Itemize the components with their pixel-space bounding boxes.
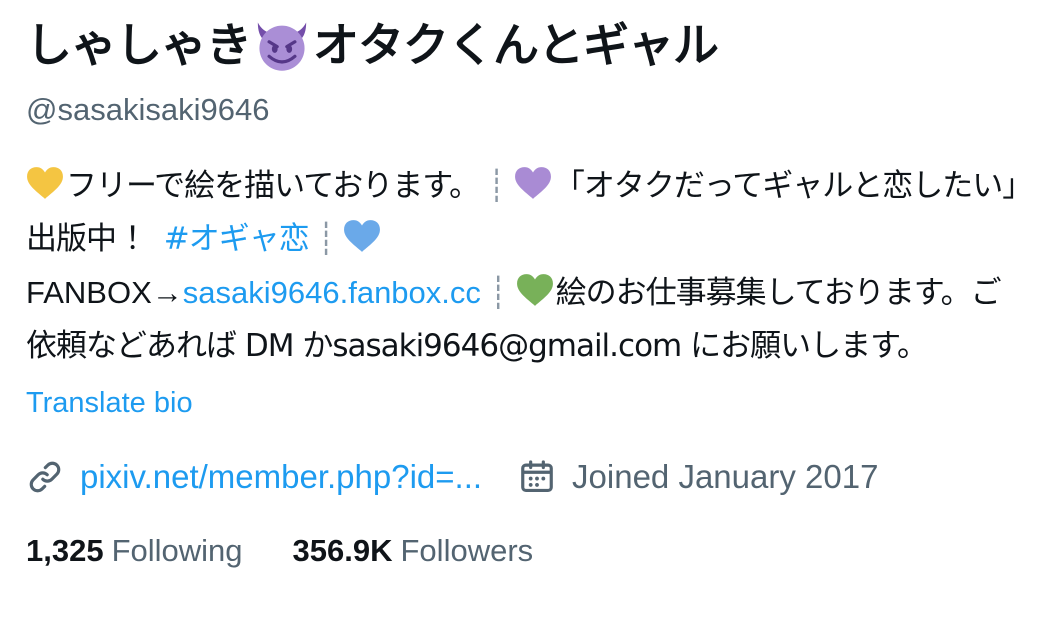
follow-stats: 1,325 Following 356.9K Followers — [26, 529, 1046, 573]
joined-text: Joined January 2017 — [572, 458, 879, 495]
bio-separator: ┊ — [316, 221, 336, 257]
green-heart-icon — [516, 274, 553, 306]
following-label: Following — [111, 533, 243, 568]
purple-heart-icon — [514, 167, 551, 199]
smiling-devil-icon — [257, 22, 307, 71]
yellow-heart-icon — [27, 167, 63, 199]
bio-text-3: FANBOX→ — [26, 275, 183, 310]
website-link[interactable]: pixiv.net/member.php?id=... — [80, 455, 482, 499]
blue-heart-icon — [344, 220, 381, 252]
bio-text-1: フリーで絵を描いております。 — [66, 168, 480, 204]
followers-label: Followers — [400, 533, 534, 568]
translate-bio-link[interactable]: Translate bio — [26, 383, 1046, 423]
following-count: 1,325 — [26, 533, 104, 568]
display-name-part1: しゃしゃき — [26, 18, 252, 72]
user-handle: @sasakisaki9646 — [26, 92, 270, 127]
joined-date: Joined January 2017 — [518, 455, 878, 499]
followers-count: 356.9K — [292, 533, 393, 568]
link-icon — [29, 461, 61, 493]
profile-bio: フリーで絵を描いております。 ┊ 「オタクだってギャルと恋したい」出版中 ！ #オ… — [26, 160, 1026, 373]
calendar-icon — [521, 460, 553, 493]
display-name: しゃしゃき オタクくんとギャル — [26, 14, 1046, 76]
followers-stat[interactable]: 356.9K Followers — [293, 529, 534, 573]
bio-separator: ┊ — [488, 275, 508, 311]
fanbox-link[interactable]: sasaki9646.fanbox.cc — [183, 275, 481, 310]
display-name-part2: オタクくんとギャル — [313, 18, 719, 72]
profile-header: しゃしゃき オタクくんとギャル @sasakisaki9646 フリーで絵を描い… — [26, 14, 1046, 573]
following-stat[interactable]: 1,325 Following — [26, 529, 243, 573]
bio-separator: ┊ — [487, 168, 506, 204]
hashtag-link[interactable]: #オギャ恋 — [164, 221, 310, 257]
profile-meta: pixiv.net/member.php?id=... Joined Janua… — [26, 455, 1046, 499]
